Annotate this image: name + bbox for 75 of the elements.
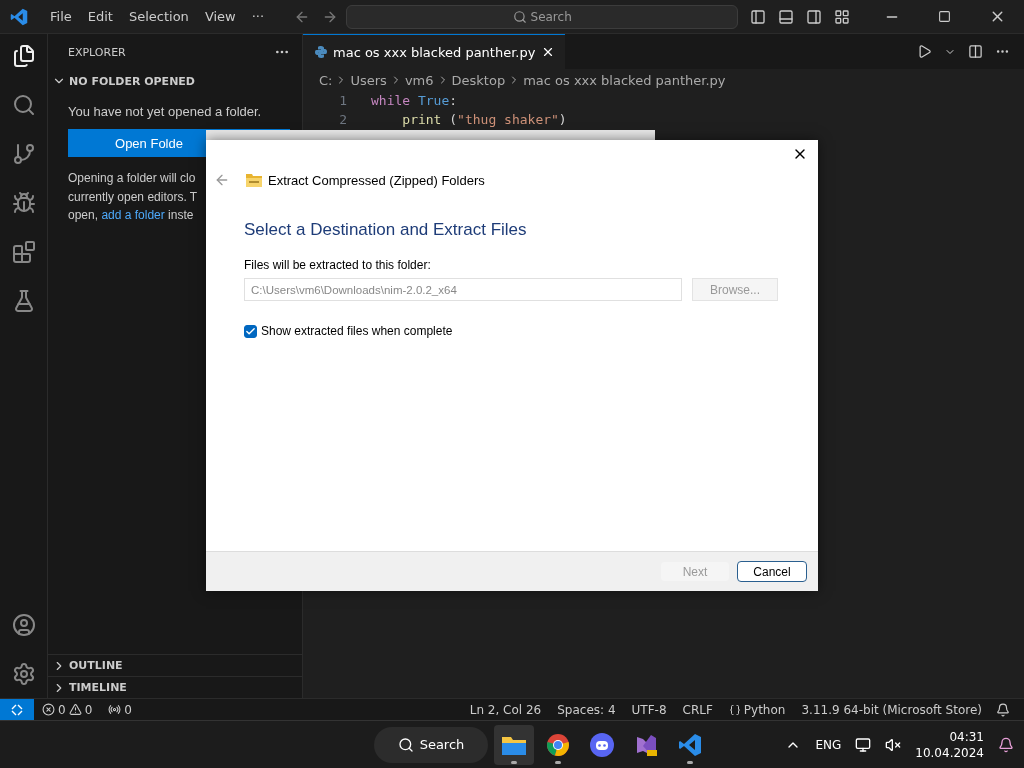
checkbox[interactable]	[244, 324, 257, 338]
section-header[interactable]: NO FOLDER OPENED	[48, 70, 302, 92]
running-indicator	[687, 760, 693, 764]
breadcrumb[interactable]: Users	[350, 72, 387, 88]
notification-icon[interactable]	[998, 736, 1014, 753]
menu-item[interactable]: Selection	[120, 9, 197, 24]
bug-icon[interactable]	[11, 191, 36, 215]
menu-item[interactable]: ···	[243, 9, 273, 24]
panel-bottom-icon[interactable]	[778, 8, 794, 25]
search-placeholder: Search	[530, 9, 572, 24]
search-field[interactable]: Search	[346, 4, 739, 29]
menu-item[interactable]: Edit	[79, 9, 121, 24]
line-number: 2	[338, 112, 348, 127]
status-item[interactable]: Python	[720, 702, 794, 717]
running-indicator	[511, 760, 517, 764]
status-item[interactable]: CRLF	[674, 702, 721, 717]
run-icon[interactable]	[917, 44, 932, 59]
mute-icon[interactable]	[885, 736, 902, 753]
chat-app-icon	[590, 732, 614, 757]
menu-item[interactable]: View	[196, 9, 244, 24]
status-item[interactable]: Spaces: 4	[549, 702, 624, 717]
clock[interactable]: 04:31 10.04.2024	[915, 728, 984, 761]
add-folder-link[interactable]: add a folder	[101, 208, 165, 222]
running-indicator	[555, 760, 561, 764]
dialog-button[interactable]: Cancel	[737, 561, 807, 582]
taskbar-search[interactable]: Search	[374, 726, 488, 763]
search-icon	[397, 736, 414, 753]
problems-indicator[interactable]: 0 0	[34, 702, 101, 717]
search-icon	[512, 9, 527, 24]
ports-indicator[interactable]: 0	[100, 702, 140, 717]
code-line: print ("thug shaker")	[401, 112, 567, 127]
dialog-title: Extract Compressed (Zipped) Folders	[268, 172, 485, 188]
status-item[interactable]: UTF-8	[623, 702, 675, 717]
field-label: Files will be extracted to this folder:	[244, 258, 432, 272]
back-icon[interactable]	[214, 172, 230, 188]
language-indicator[interactable]: ENG	[815, 737, 842, 752]
extensions-icon[interactable]	[11, 240, 36, 264]
python-file-icon	[315, 46, 327, 58]
menu-item[interactable]: File	[42, 9, 80, 24]
app-logo-icon	[10, 7, 28, 26]
split-editor-icon[interactable]	[968, 44, 983, 59]
line-number: 1	[338, 93, 348, 108]
browser-icon	[546, 732, 570, 757]
panel-left-icon[interactable]	[750, 8, 766, 25]
breadcrumb[interactable]: mac os xxx blacked panther.py	[523, 72, 726, 88]
breadcrumb[interactable]: C:	[319, 72, 333, 88]
braces-icon	[728, 703, 741, 716]
checkbox-label[interactable]: Show extracted files when complete	[261, 324, 453, 338]
files-icon[interactable]	[11, 44, 36, 68]
panel-header[interactable]: OUTLINE	[48, 654, 302, 676]
sidebar-title: EXPLORER	[68, 45, 126, 59]
search-icon[interactable]	[11, 93, 36, 117]
status-item[interactable]: 3.11.9 64-bit (Microsoft Store)	[793, 702, 990, 717]
editor-tab[interactable]: mac os xxx blacked panther.py	[303, 34, 566, 69]
layout-icon[interactable]	[834, 8, 850, 25]
panel-right-icon[interactable]	[806, 8, 822, 25]
breadcrumb[interactable]: Desktop	[451, 72, 506, 88]
ide-icon	[634, 732, 658, 757]
destination-field[interactable]: C:\Users\vm6\Downloads\nim-2.0.2_x64	[244, 278, 682, 301]
notification-icon[interactable]	[996, 702, 1010, 717]
maximize-icon[interactable]	[938, 10, 951, 23]
remote-icon	[10, 702, 24, 717]
status-item[interactable]: Ln 2, Col 26	[461, 702, 550, 717]
code-line: while True:	[371, 93, 458, 108]
zip-folder-icon	[246, 173, 262, 187]
account-icon[interactable]	[11, 613, 36, 637]
empty-message: You have not yet opened a folder.	[67, 103, 263, 119]
settings-icon[interactable]	[11, 662, 36, 686]
remote-button[interactable]	[0, 699, 34, 720]
branch-icon[interactable]	[11, 142, 36, 166]
taskbar-app[interactable]	[494, 724, 534, 765]
dialog-heading: Select a Destination and Extract Files	[244, 220, 528, 240]
network-icon[interactable]	[855, 736, 872, 753]
code-editor-icon	[678, 732, 702, 757]
breadcrumb[interactable]: vm6	[404, 72, 434, 88]
